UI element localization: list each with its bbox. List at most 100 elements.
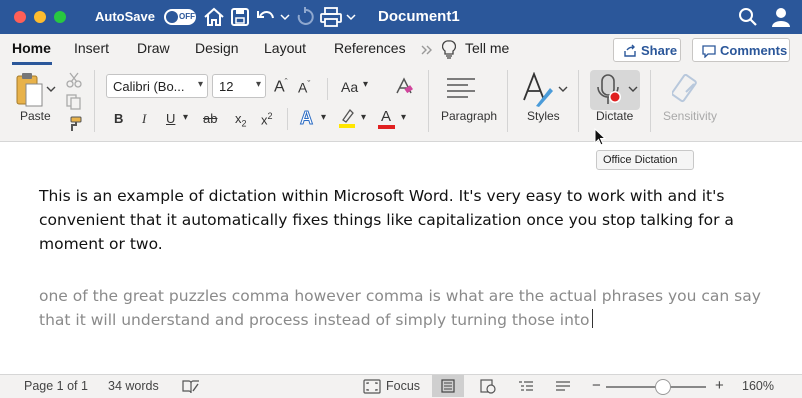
search-icon[interactable] xyxy=(738,7,758,27)
tab-home[interactable]: Home xyxy=(12,40,51,56)
format-painter-icon[interactable] xyxy=(66,116,82,132)
draft-view-icon[interactable] xyxy=(555,380,571,393)
ribbon-separator xyxy=(287,108,288,130)
word-count[interactable]: 34 words xyxy=(108,379,159,393)
paste-label: Paste xyxy=(20,109,51,123)
superscript-button[interactable]: x2 xyxy=(261,111,273,127)
share-button[interactable]: Share xyxy=(613,38,681,62)
chevron-down-icon[interactable]: ▾ xyxy=(363,79,368,90)
strikethrough-button[interactable]: ab xyxy=(203,111,217,126)
focus-label[interactable]: Focus xyxy=(386,379,420,393)
proofing-icon[interactable] xyxy=(182,379,200,394)
ribbon-separator xyxy=(578,70,579,132)
tab-design[interactable]: Design xyxy=(195,40,239,56)
styles-label: Styles xyxy=(527,109,560,123)
autosave-toggle[interactable]: OFF xyxy=(164,9,196,25)
undo-dropdown-icon[interactable] xyxy=(280,7,290,27)
dictation-pending-text: one of the great puzzles comma however c… xyxy=(39,287,761,329)
dictate-label: Dictate xyxy=(596,109,634,123)
print-layout-icon xyxy=(441,379,455,393)
chevron-down-icon[interactable]: ▾ xyxy=(361,112,366,123)
font-size-value: 12 xyxy=(219,79,234,94)
undo-icon[interactable] xyxy=(256,7,278,27)
paste-icon[interactable] xyxy=(14,72,44,108)
print-layout-view-button[interactable] xyxy=(432,375,464,397)
tab-references[interactable]: References xyxy=(334,40,406,56)
document-title: Document1 xyxy=(378,8,460,25)
zoom-out-button[interactable]: − xyxy=(592,377,601,394)
tell-me-search[interactable]: Tell me xyxy=(465,40,509,56)
styles-chevron-icon[interactable] xyxy=(558,84,568,94)
comment-icon xyxy=(702,45,716,58)
italic-button[interactable]: I xyxy=(142,111,146,127)
document-paragraph-2[interactable]: one of the great puzzles comma however c… xyxy=(39,284,779,332)
outline-view-icon[interactable] xyxy=(518,380,534,393)
zoom-level[interactable]: 160% xyxy=(742,379,774,393)
web-layout-icon[interactable] xyxy=(480,379,496,394)
underline-button[interactable]: U xyxy=(166,111,175,126)
font-color-glyph: A xyxy=(381,108,392,125)
more-tabs-chevron-icon[interactable] xyxy=(420,43,434,57)
customize-toolbar-icon[interactable] xyxy=(346,7,356,27)
tab-insert[interactable]: Insert xyxy=(74,40,109,56)
text-effects-button[interactable]: A xyxy=(300,108,314,129)
ribbon-home: Paste Calibri (Bo... ▾ 12 ▾ Aˆ Aˇ Aa ▾ B… xyxy=(0,66,802,142)
document-paragraph-1[interactable]: This is an example of dictation within M… xyxy=(39,184,779,256)
grow-font-glyph: A xyxy=(274,78,285,96)
caret-down-icon: ˇ xyxy=(307,79,311,89)
page-count[interactable]: Page 1 of 1 xyxy=(24,379,88,393)
clear-formatting-icon[interactable] xyxy=(394,76,414,96)
bold-button[interactable]: B xyxy=(114,111,123,126)
chevron-down-icon: ▾ xyxy=(255,79,261,90)
autosave-state: OFF xyxy=(179,12,195,21)
shrink-font-glyph: A xyxy=(298,79,308,96)
status-bar: Page 1 of 1 34 words Focus − + 160% xyxy=(0,374,802,398)
font-color-swatch xyxy=(378,125,395,129)
home-icon[interactable] xyxy=(203,7,225,27)
redo-icon[interactable] xyxy=(296,7,314,27)
ribbon-separator xyxy=(507,70,508,132)
paragraph-icon[interactable] xyxy=(446,76,476,100)
share-icon xyxy=(624,44,636,57)
share-label: Share xyxy=(641,43,678,58)
copy-icon[interactable] xyxy=(66,94,82,110)
subscript-button[interactable]: x2 xyxy=(235,111,247,129)
shrink-font-button[interactable]: Aˇ xyxy=(298,79,310,96)
paste-options-chevron-icon[interactable] xyxy=(46,84,56,94)
print-icon[interactable] xyxy=(320,7,342,27)
sensitivity-label: Sensitivity xyxy=(663,109,718,123)
subscript-mark: 2 xyxy=(241,118,247,129)
text-cursor xyxy=(592,309,594,328)
dictate-chevron-icon[interactable] xyxy=(628,84,638,94)
account-icon[interactable] xyxy=(770,7,792,27)
save-icon[interactable] xyxy=(231,7,249,27)
font-color-button[interactable]: A xyxy=(378,108,396,130)
highlight-icon[interactable] xyxy=(338,108,356,128)
dictation-tooltip: Office Dictation xyxy=(596,150,694,170)
zoom-slider-thumb[interactable] xyxy=(655,379,671,395)
chevron-down-icon[interactable]: ▾ xyxy=(401,112,406,123)
grow-font-button[interactable]: Aˆ xyxy=(274,77,288,96)
change-case-button[interactable]: Aa xyxy=(341,79,358,95)
ribbon-separator xyxy=(650,70,651,132)
styles-icon[interactable] xyxy=(522,72,556,108)
zoom-in-button[interactable]: + xyxy=(715,377,724,394)
focus-icon[interactable] xyxy=(363,379,381,394)
comments-button[interactable]: Comments xyxy=(692,38,790,62)
minimize-window-button[interactable] xyxy=(34,11,46,23)
font-size-select[interactable]: 12 ▾ xyxy=(212,74,266,98)
zoom-window-button[interactable] xyxy=(54,11,66,23)
tab-draw[interactable]: Draw xyxy=(137,40,170,56)
chevron-down-icon: ▾ xyxy=(197,79,203,90)
cut-icon[interactable] xyxy=(66,72,82,88)
close-window-button[interactable] xyxy=(14,11,26,23)
tab-layout[interactable]: Layout xyxy=(264,40,306,56)
underline-options-chevron-icon[interactable]: ▾ xyxy=(183,112,188,123)
active-tab-indicator xyxy=(12,62,52,65)
chevron-down-icon[interactable]: ▾ xyxy=(321,112,326,123)
font-name-select[interactable]: Calibri (Bo... ▾ xyxy=(106,74,208,98)
ribbon-tabs: Home Insert Draw Design Layout Reference… xyxy=(0,34,802,66)
superscript-mark: 2 xyxy=(267,111,273,121)
microphone-icon xyxy=(597,74,621,104)
dictate-button[interactable] xyxy=(590,70,640,110)
